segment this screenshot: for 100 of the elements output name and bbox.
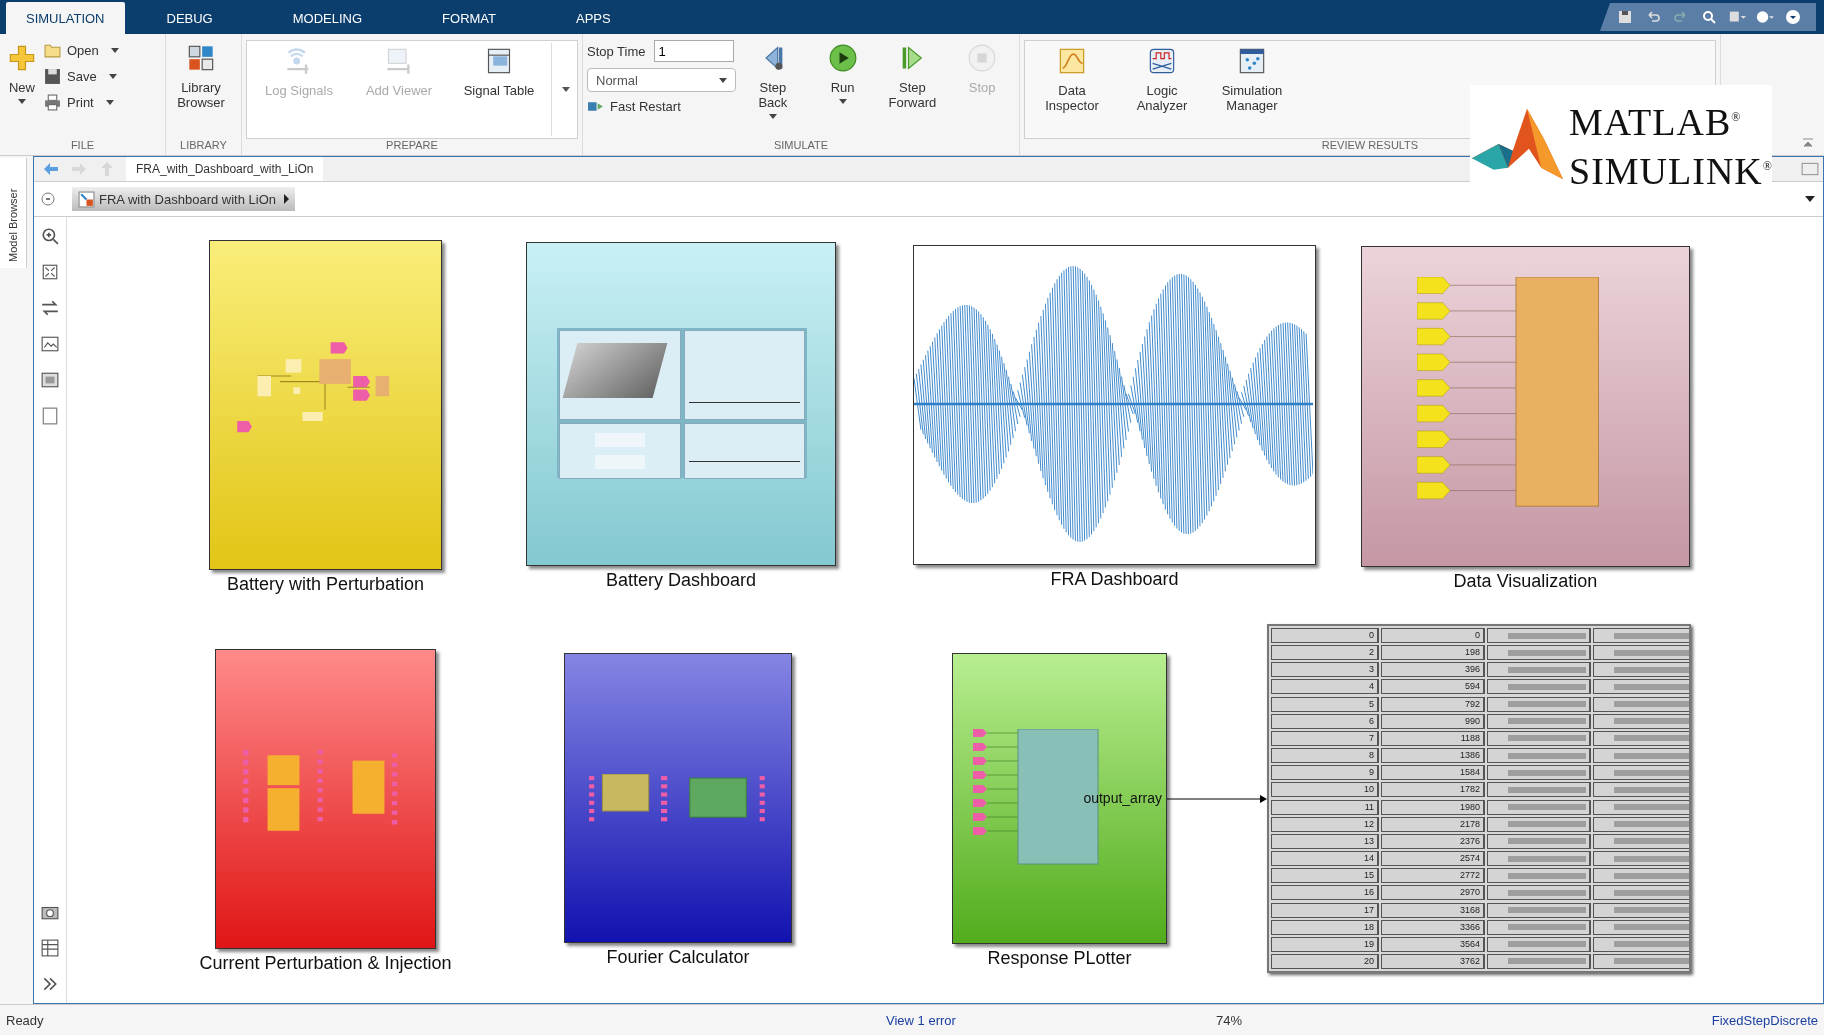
subsystem-block[interactable] <box>564 653 792 943</box>
table-cell: 8 <box>1271 748 1379 764</box>
breadcrumb-button[interactable]: FRA with Dashboard with LiOn <box>72 187 296 211</box>
save-icon <box>44 68 61 85</box>
display-block[interactable]: 0 0 2 198 3 396 4 594 5 792 6 990 7 1188 8 1386 9 1584 10 1782 11 1980 12 2178 13 2376 14 2574 15 2772 16 2970 17 3168 18 3366 19 3564 20 3762 <box>1267 624 1691 973</box>
table-cell: 19 <box>1271 936 1379 952</box>
dropdown-icon[interactable] <box>1784 9 1802 25</box>
subsystem-block[interactable] <box>526 242 836 566</box>
hide-icon[interactable] <box>40 191 56 207</box>
error-link[interactable]: View 1 error <box>886 1012 956 1028</box>
table-cell: 14 <box>1271 851 1379 867</box>
blank-page-icon[interactable] <box>41 407 59 425</box>
table-cell: 1188 <box>1381 730 1485 746</box>
subsystem-block[interactable] <box>215 649 436 949</box>
stop-time-label: Stop Time <box>587 43 646 59</box>
printer-icon <box>44 94 61 111</box>
file-menu-button[interactable]: Save <box>44 68 119 85</box>
model-tab[interactable]: FRA_with_Dashboard_with_LiOn <box>126 157 324 181</box>
caret-icon <box>18 99 26 104</box>
review-button[interactable]: Simulation Manager <box>1209 43 1295 117</box>
table-cell: 20 <box>1271 953 1379 969</box>
table-cell: 2574 <box>1381 851 1485 867</box>
table-cell: 9 <box>1271 765 1379 781</box>
ribbon-tab[interactable]: APPS <box>556 2 631 34</box>
table-cell: 2970 <box>1381 885 1485 901</box>
panel-icon[interactable] <box>1801 162 1819 176</box>
search-icon[interactable] <box>1700 9 1718 25</box>
caret-icon[interactable] <box>1805 196 1815 202</box>
caret-icon <box>105 100 114 105</box>
double-chevron-icon[interactable] <box>41 975 59 993</box>
fast-restart-button[interactable]: Fast Restart <box>587 98 736 115</box>
table-icon <box>485 47 513 75</box>
review-button[interactable]: Logic Analyzer <box>1119 43 1205 117</box>
ribbon-tab[interactable]: FORMAT <box>422 2 516 34</box>
plus-icon <box>8 44 36 72</box>
simulation-button[interactable]: Step Forward <box>879 40 946 114</box>
ribbon-tab[interactable]: DEBUG <box>146 2 233 34</box>
line-plot-icon <box>1058 47 1086 75</box>
table-cell: 10 <box>1271 782 1379 798</box>
subsystem-block[interactable]: output_array <box>952 653 1167 944</box>
table-cell: 7 <box>1271 730 1379 746</box>
back-arrow-icon[interactable] <box>42 161 60 177</box>
block-label: Battery Dashboard <box>605 570 757 591</box>
block-label: FRA Dashboard <box>1050 569 1179 590</box>
table-cell: 1782 <box>1381 782 1485 798</box>
table-cell: 5 <box>1271 696 1379 712</box>
save-icon[interactable] <box>1616 9 1634 25</box>
table-cell: 2376 <box>1381 833 1485 849</box>
section-title: SIMULATE <box>772 139 830 153</box>
folder-icon <box>44 42 61 59</box>
stop-time-field[interactable]: 1 <box>653 40 734 62</box>
grid-window-icon <box>1238 47 1266 75</box>
prepare-button[interactable]: Signal Table <box>451 43 547 102</box>
table-cell: 1584 <box>1381 765 1485 781</box>
subsystem-block[interactable] <box>209 240 442 570</box>
table-cell: 17 <box>1271 902 1379 918</box>
simulation-button[interactable]: Run <box>809 40 876 108</box>
table-cell: 18 <box>1271 919 1379 935</box>
table-cell: 2178 <box>1381 816 1485 832</box>
screenshot-icon[interactable] <box>41 371 59 389</box>
ribbon-tab[interactable]: SIMULATION <box>6 2 125 34</box>
new-button[interactable]: New <box>4 40 40 108</box>
caret-icon <box>108 74 117 79</box>
solver-link[interactable]: FixedStepDiscrete <box>1711 1012 1818 1028</box>
table-cell: 396 <box>1381 662 1485 678</box>
section-title: PREPARE <box>385 139 439 153</box>
arrows-icon[interactable] <box>41 299 59 317</box>
table-cell: 792 <box>1381 696 1485 712</box>
ribbon-tab[interactable]: MODELING <box>272 2 383 34</box>
simulation-mode-dropdown[interactable]: Normal <box>587 68 736 92</box>
status-text: Ready <box>6 1012 45 1028</box>
library-browser-button[interactable]: Library Browser <box>170 40 232 114</box>
table-cell: 2772 <box>1381 868 1485 884</box>
table-cell: 15 <box>1271 868 1379 884</box>
image-icon[interactable] <box>41 335 59 353</box>
table-cell: 11 <box>1271 799 1379 815</box>
viewer-icon <box>385 47 413 75</box>
model-browser-tab[interactable]: Model Browser <box>0 158 27 268</box>
block-label: Current Perturbation & Injection <box>199 953 452 974</box>
logo-text: SIMULINK$^{®}$ <box>1569 148 1773 193</box>
caret-icon <box>838 99 847 104</box>
collapse-icon[interactable] <box>1802 137 1814 149</box>
table-icon[interactable] <box>41 939 59 957</box>
table-cell: 990 <box>1381 713 1485 729</box>
table-cell: 0 <box>1381 628 1485 643</box>
table-cell: 3 <box>1271 662 1379 678</box>
model-icon <box>78 190 95 208</box>
file-menu-button[interactable]: Open <box>44 42 119 59</box>
zoom-in-icon[interactable] <box>41 227 59 245</box>
table-cell: 0 <box>1271 628 1379 643</box>
file-menu-button[interactable]: Print <box>44 94 119 111</box>
section-title: LIBRARY <box>179 139 228 153</box>
table-cell: 16 <box>1271 885 1379 901</box>
block-label: Data Visualization <box>1453 571 1598 592</box>
fit-to-view-icon[interactable] <box>41 263 59 281</box>
table-cell: 4 <box>1271 679 1379 695</box>
review-button[interactable]: Data Inspector <box>1029 43 1115 117</box>
table-cell: 3168 <box>1381 902 1485 918</box>
table-cell: 6 <box>1271 713 1379 729</box>
simulation-button[interactable]: Step Back <box>740 40 806 123</box>
